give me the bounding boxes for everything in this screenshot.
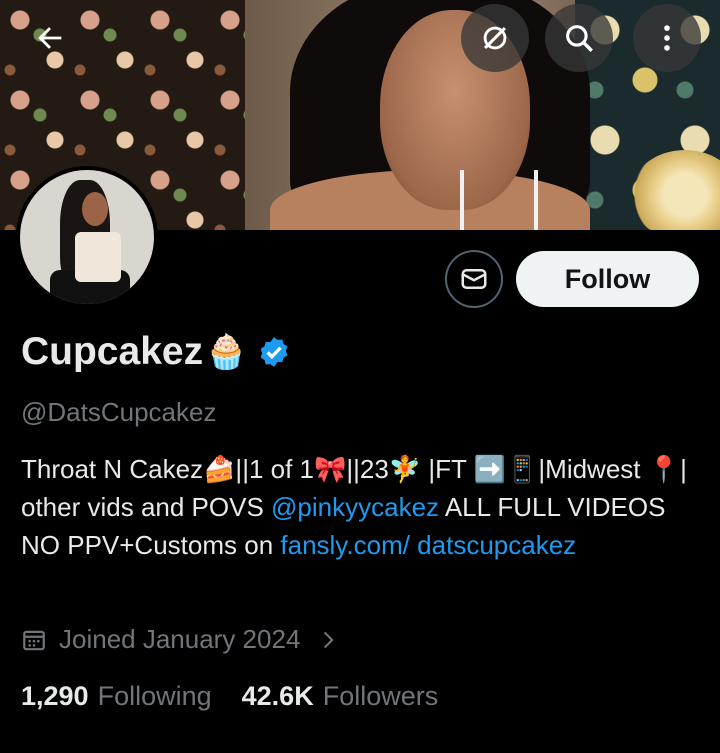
profile-name: Cupcakez 🧁 — [21, 330, 291, 374]
more-vertical-icon — [664, 25, 670, 51]
back-button[interactable] — [16, 4, 84, 72]
display-name: Cupcakez — [21, 330, 204, 373]
arrow-left-icon — [38, 27, 62, 49]
grok-icon — [483, 26, 507, 50]
bio-url-link[interactable]: fansly.com/ datscupcakez — [280, 530, 576, 560]
message-button[interactable] — [445, 250, 503, 308]
follow-button[interactable]: Follow — [516, 251, 699, 307]
profile-avatar[interactable] — [16, 166, 158, 308]
chevron-right-icon — [324, 631, 334, 648]
search-button[interactable] — [545, 4, 613, 72]
following-stat[interactable]: 1,290 Following — [21, 681, 212, 712]
following-count: 1,290 — [21, 681, 89, 711]
followers-label: Followers — [322, 681, 439, 711]
search-icon — [566, 25, 593, 52]
bio-mention-link[interactable]: @pinkyycakez — [271, 492, 439, 522]
following-label: Following — [97, 681, 212, 711]
verified-badge-icon[interactable] — [257, 335, 291, 369]
followers-stat[interactable]: 42.6K Followers — [242, 681, 439, 712]
joined-label: Joined January 2024 — [59, 624, 301, 654]
profile-handle: @DatsCupcakez — [21, 397, 217, 427]
calendar-icon — [23, 630, 45, 650]
followers-count: 42.6K — [241, 681, 314, 711]
more-button[interactable] — [633, 4, 701, 72]
mail-icon — [461, 269, 487, 289]
cupcake-emoji: 🧁 — [205, 333, 248, 371]
grok-button[interactable] — [461, 4, 529, 72]
joined-date[interactable]: Joined January 2024 — [21, 624, 350, 655]
profile-bio: Throat N Cakez🍰||1 of 1🎀||23🧚 |FT ➡️📱|Mi… — [21, 450, 701, 564]
follow-stats: 1,290 Following 42.6K Followers — [21, 681, 468, 712]
